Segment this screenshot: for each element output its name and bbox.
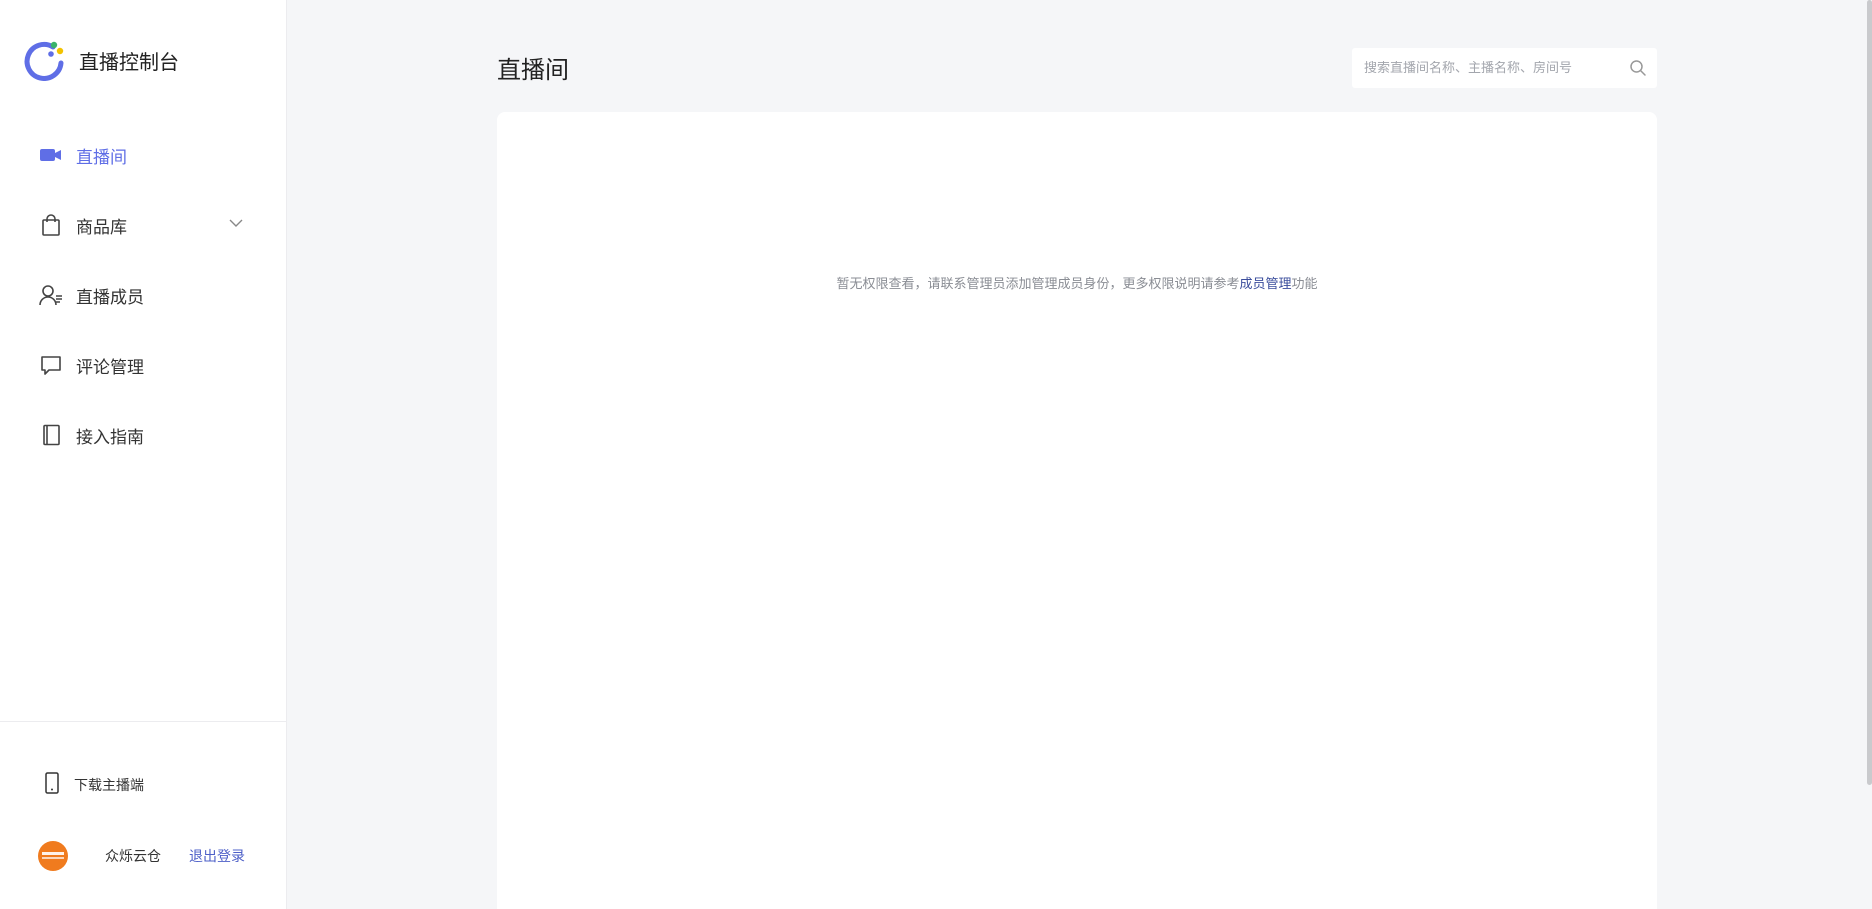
sidebar-nav: 直播间 商品库 直播成员 评论管理 接入指南 xyxy=(0,120,287,470)
book-icon xyxy=(38,422,64,448)
notice-text-suffix: 功能 xyxy=(1291,277,1318,292)
phone-icon xyxy=(44,772,60,798)
download-anchor-app-link[interactable]: 下载主播端 xyxy=(44,772,144,798)
sidebar-item-label: 直播成员 xyxy=(76,287,144,308)
notice-text-prefix: 暂无权限查看，请联系管理员添加管理成员身份，更多权限说明请参考 xyxy=(836,277,1240,292)
video-camera-icon xyxy=(38,142,64,168)
brand: 直播控制台 xyxy=(23,38,179,82)
search-input[interactable] xyxy=(1364,60,1619,76)
sidebar-item-comment-management[interactable]: 评论管理 xyxy=(0,330,287,400)
sidebar-item-label: 评论管理 xyxy=(76,357,144,378)
member-icon xyxy=(38,282,64,308)
user-name: 众烁云仓 xyxy=(105,849,161,865)
search-icon[interactable] xyxy=(1629,59,1647,77)
avatar[interactable] xyxy=(38,841,68,871)
shopping-bag-icon xyxy=(38,212,64,238)
sidebar-divider xyxy=(0,721,287,722)
sidebar-item-access-guide[interactable]: 接入指南 xyxy=(0,400,287,470)
brand-logo-icon xyxy=(23,39,65,81)
sidebar-item-label: 直播间 xyxy=(76,147,127,168)
page-title: 直播间 xyxy=(497,56,569,84)
logout-link[interactable]: 退出登录 xyxy=(189,846,245,866)
sidebar: 直播控制台 直播间 商品库 直播成员 评论管理 接入指南 下载主播端 众烁云仓 … xyxy=(0,0,287,909)
member-management-link[interactable]: 成员管理 xyxy=(1239,277,1291,292)
search-box xyxy=(1352,48,1657,88)
comment-icon xyxy=(38,352,64,378)
sidebar-item-product-library[interactable]: 商品库 xyxy=(0,190,287,260)
sidebar-item-label: 商品库 xyxy=(76,217,127,238)
sidebar-item-live-members[interactable]: 直播成员 xyxy=(0,260,287,330)
download-label: 下载主播端 xyxy=(74,778,144,794)
chevron-down-icon[interactable] xyxy=(227,214,245,232)
user-info: 众烁云仓 退出登录 xyxy=(38,839,268,873)
app-title: 直播控制台 xyxy=(79,49,179,74)
sidebar-item-label: 接入指南 xyxy=(76,427,144,448)
content-panel: 暂无权限查看，请联系管理员添加管理成员身份，更多权限说明请参考成员管理功能 xyxy=(497,112,1657,909)
sidebar-item-live-room[interactable]: 直播间 xyxy=(0,120,287,190)
permission-notice: 暂无权限查看，请联系管理员添加管理成员身份，更多权限说明请参考成员管理功能 xyxy=(497,273,1657,292)
page-scrollbar[interactable] xyxy=(1867,0,1872,785)
